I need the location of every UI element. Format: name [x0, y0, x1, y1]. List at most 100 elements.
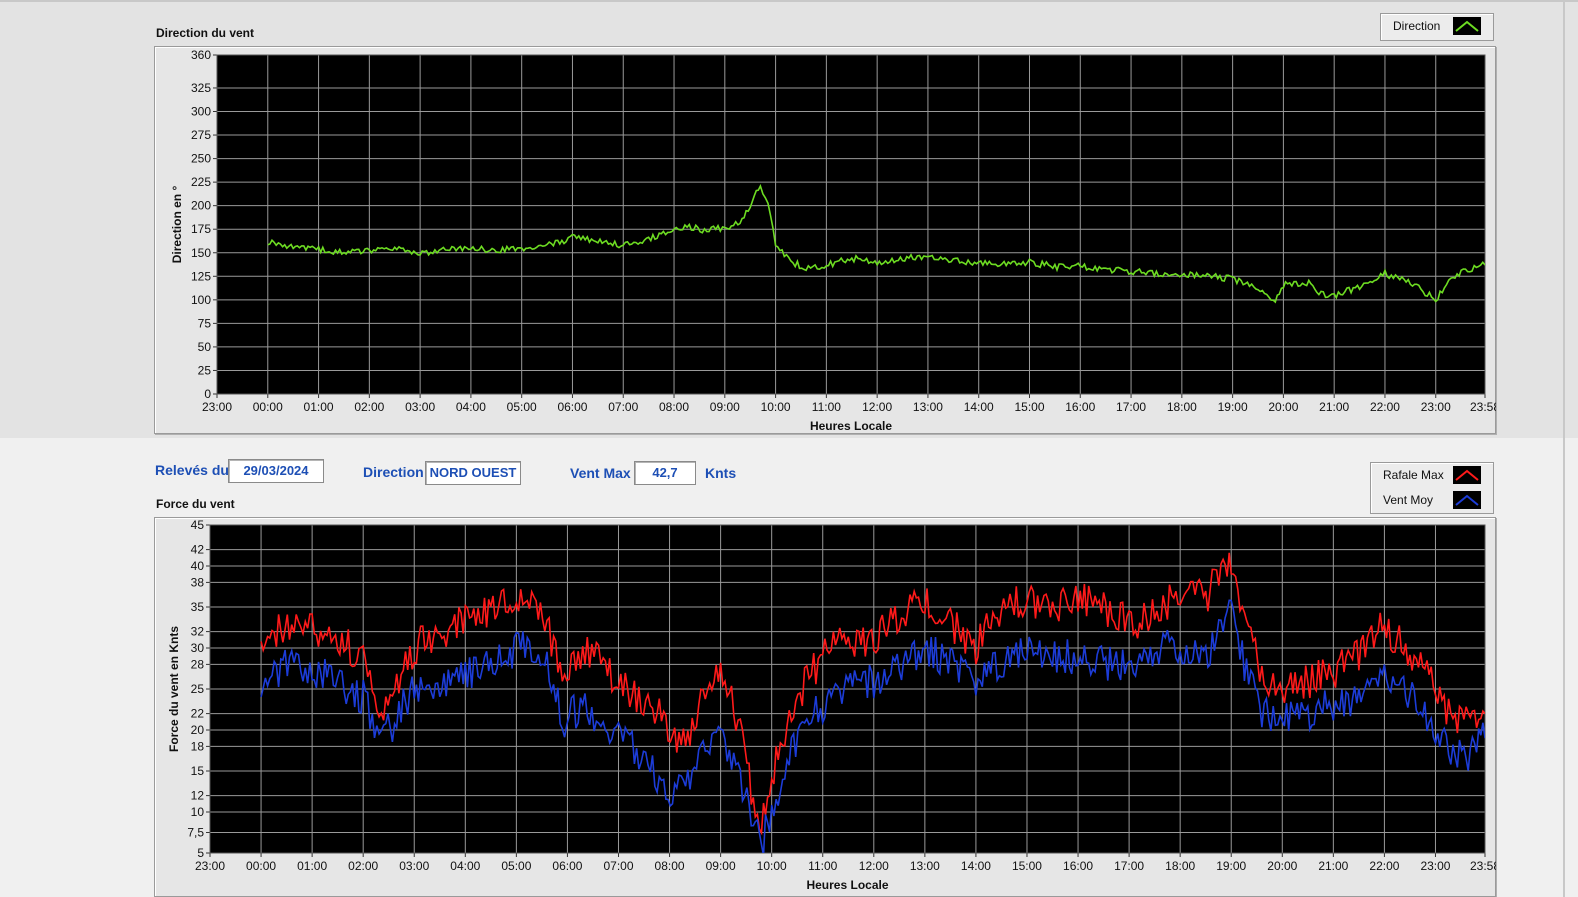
legend-item-direction[interactable]: Direction	[1381, 14, 1493, 38]
force-legend[interactable]: Rafale Max Vent Moy	[1370, 462, 1494, 514]
x-tick-label: 23:00	[195, 859, 225, 873]
y-tick-label: 28	[191, 657, 205, 671]
date-label: Relevés du	[155, 462, 229, 478]
y-tick-label: 45	[191, 518, 205, 532]
x-tick-label: 09:00	[706, 859, 736, 873]
x-tick-label: 16:00	[1063, 859, 1093, 873]
x-tick-label: 17:00	[1114, 859, 1144, 873]
x-tick-label: 00:00	[246, 859, 276, 873]
x-tick-label: 23:00	[1421, 400, 1451, 414]
x-tick-label: 08:00	[655, 859, 685, 873]
legend-label-direction: Direction	[1393, 19, 1441, 33]
legend-swatch-rafale	[1453, 466, 1481, 484]
x-tick-label: 11:00	[812, 400, 841, 414]
x-tick-label: 14:00	[961, 859, 991, 873]
x-tick-label: 19:00	[1218, 400, 1248, 414]
x-tick-label: 07:00	[608, 400, 638, 414]
ventmax-label: Vent Max	[570, 465, 631, 481]
x-tick-label: 02:00	[354, 400, 384, 414]
direction-graph-title: Direction du vent	[156, 26, 255, 40]
x-tick-label: 16:00	[1065, 400, 1095, 414]
y-tick-label: 225	[191, 175, 211, 189]
legend-swatch-ventmoy	[1453, 491, 1481, 509]
x-tick-label: 21:00	[1319, 400, 1349, 414]
y-tick-label: 18	[191, 739, 205, 753]
x-tick-label: 23:00	[202, 400, 232, 414]
date-field[interactable]: 29/03/2024	[228, 459, 324, 483]
y-tick-label: 32	[191, 625, 205, 639]
x-tick-label: 22:00	[1370, 400, 1400, 414]
direction-chart[interactable]: 23:00 00:00 01:00 02:00 03:00 04:00 05:00 06:00…	[154, 46, 1496, 434]
x-tick-label: 00:00	[253, 400, 283, 414]
x-tick-label: 09:00	[710, 400, 740, 414]
x-tick-label: 15:00	[1014, 400, 1044, 414]
y-tick-label: 25	[191, 682, 205, 696]
y-tick-label: 250	[191, 152, 211, 166]
x-tick-label: 20:00	[1268, 400, 1298, 414]
y-tick-label: 38	[191, 575, 205, 589]
legend-swatch-direction	[1453, 17, 1481, 35]
y-tick-label: 0	[204, 387, 211, 401]
y-axis-label: Direction en °	[170, 186, 184, 264]
direction-legend[interactable]: Direction	[1380, 13, 1494, 41]
y-tick-label: 300	[191, 105, 211, 119]
x-tick-label: 13:00	[913, 400, 943, 414]
force-graph-title: Force du vent	[156, 497, 235, 511]
x-tick-label: 15:00	[1012, 859, 1042, 873]
x-tick-label: 03:00	[399, 859, 429, 873]
legend-label-rafale: Rafale Max	[1383, 468, 1444, 482]
y-tick-label: 22	[191, 707, 205, 721]
ventmax-field[interactable]: 42,7	[634, 461, 696, 485]
x-tick-label: 14:00	[964, 400, 994, 414]
x-tick-label: 20:00	[1267, 859, 1297, 873]
x-axis-label: Heures Locale	[810, 419, 892, 433]
y-tick-label: 30	[191, 641, 205, 655]
x-tick-label: 06:00	[552, 859, 582, 873]
y-tick-label: 12	[191, 789, 205, 803]
y-tick-label: 15	[191, 764, 205, 778]
force-chart[interactable]: 23:00 00:00 01:00 02:00 03:00 04:00 05:00 06:00…	[154, 517, 1496, 897]
y-tick-label: 150	[191, 246, 211, 260]
ventmax-unit: Knts	[705, 465, 737, 481]
x-tick-label: 23:58	[1470, 859, 1496, 873]
y-tick-label: 50	[198, 340, 212, 354]
x-tick-label: 18:00	[1167, 400, 1197, 414]
legend-item-ventmoy[interactable]: Vent Moy	[1371, 488, 1493, 512]
x-tick-label: 19:00	[1216, 859, 1246, 873]
x-tick-label: 04:00	[456, 400, 486, 414]
y-tick-label: 7,5	[187, 826, 204, 840]
x-tick-label: 21:00	[1318, 859, 1348, 873]
legend-item-rafale[interactable]: Rafale Max	[1371, 463, 1493, 487]
x-tick-label: 12:00	[859, 859, 889, 873]
x-tick-label: 02:00	[348, 859, 378, 873]
x-tick-label: 01:00	[304, 400, 334, 414]
x-tick-label: 23:00	[1420, 859, 1450, 873]
x-tick-label: 17:00	[1116, 400, 1146, 414]
y-axis-label: Force du vent en Knts	[167, 626, 181, 752]
x-tick-label: 06:00	[557, 400, 587, 414]
x-tick-label: 23:58	[1470, 400, 1496, 414]
direction-label: Direction	[363, 464, 424, 480]
y-tick-label: 175	[191, 222, 211, 236]
y-tick-label: 42	[191, 543, 205, 557]
x-tick-label: 05:00	[501, 859, 531, 873]
x-tick-label: 12:00	[862, 400, 892, 414]
y-tick-label: 325	[191, 81, 211, 95]
window-border	[1563, 0, 1565, 897]
x-tick-label: 10:00	[761, 400, 791, 414]
y-tick-label: 200	[191, 199, 211, 213]
y-tick-label: 5	[197, 846, 204, 860]
y-tick-label: 125	[191, 269, 211, 283]
y-tick-label: 35	[191, 600, 205, 614]
plot-area	[217, 55, 1485, 394]
x-tick-label: 03:00	[405, 400, 435, 414]
y-tick-label: 275	[191, 128, 211, 142]
y-tick-label: 75	[198, 316, 212, 330]
legend-label-ventmoy: Vent Moy	[1383, 493, 1434, 507]
direction-field[interactable]: NORD OUEST	[425, 461, 521, 485]
x-tick-label: 08:00	[659, 400, 689, 414]
y-tick-label: 10	[191, 805, 205, 819]
x-tick-label: 13:00	[910, 859, 940, 873]
x-tick-label: 01:00	[297, 859, 327, 873]
y-tick-label: 360	[191, 48, 211, 62]
